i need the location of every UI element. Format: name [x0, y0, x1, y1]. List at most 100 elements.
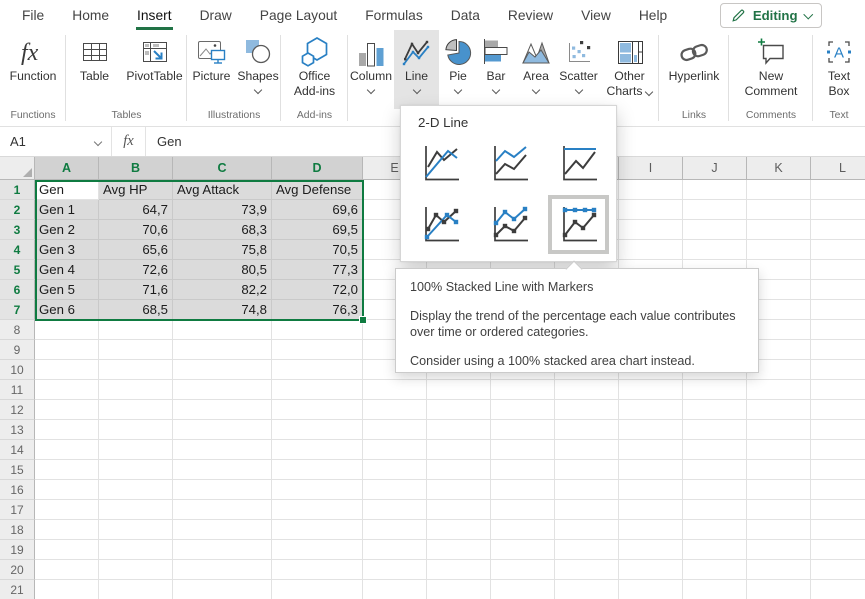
cell-K4[interactable]: [747, 240, 811, 260]
cell-C4[interactable]: 75,8: [173, 240, 272, 260]
cell-B16[interactable]: [99, 480, 173, 500]
cell-C3[interactable]: 68,3: [173, 220, 272, 240]
cell-L6[interactable]: [811, 280, 865, 300]
cell-D15[interactable]: [272, 460, 363, 480]
cell-I18[interactable]: [619, 520, 683, 540]
menu-tab-view[interactable]: View: [567, 0, 625, 30]
cell-J18[interactable]: [683, 520, 747, 540]
cell-I16[interactable]: [619, 480, 683, 500]
cell-B20[interactable]: [99, 560, 173, 580]
cell-K12[interactable]: [747, 400, 811, 420]
cell-B2[interactable]: 64,7: [99, 200, 173, 220]
menu-tab-insert[interactable]: Insert: [123, 0, 186, 30]
row-header-16[interactable]: 16: [0, 480, 35, 500]
cell-D8[interactable]: [272, 320, 363, 340]
cell-E14[interactable]: [363, 440, 427, 460]
fx-icon[interactable]: fx: [112, 127, 146, 156]
cell-J19[interactable]: [683, 540, 747, 560]
cell-C14[interactable]: [173, 440, 272, 460]
text-box-button[interactable]: ATextBox: [814, 30, 864, 109]
chart-option-100-stacked-line[interactable]: [548, 134, 609, 193]
area-chart-button[interactable]: Area: [515, 30, 557, 109]
cell-A3[interactable]: Gen 2: [35, 220, 99, 240]
cell-D5[interactable]: 77,3: [272, 260, 363, 280]
row-header-19[interactable]: 19: [0, 540, 35, 560]
cell-A10[interactable]: [35, 360, 99, 380]
cell-K1[interactable]: [747, 180, 811, 200]
other-charts-button[interactable]: OtherCharts: [600, 30, 659, 109]
cell-D4[interactable]: 70,5: [272, 240, 363, 260]
cell-L7[interactable]: [811, 300, 865, 320]
cell-B12[interactable]: [99, 400, 173, 420]
cell-C18[interactable]: [173, 520, 272, 540]
cell-J13[interactable]: [683, 420, 747, 440]
cell-L21[interactable]: [811, 580, 865, 599]
cell-D1[interactable]: Avg Defense: [272, 180, 363, 200]
bar-chart-button[interactable]: Bar: [477, 30, 515, 109]
cell-D21[interactable]: [272, 580, 363, 599]
cell-B14[interactable]: [99, 440, 173, 460]
cell-H17[interactable]: [555, 500, 619, 520]
row-header-5[interactable]: 5: [0, 260, 35, 280]
cell-C5[interactable]: 80,5: [173, 260, 272, 280]
cell-E17[interactable]: [363, 500, 427, 520]
cell-L4[interactable]: [811, 240, 865, 260]
column-header-i[interactable]: I: [619, 157, 683, 180]
cell-F12[interactable]: [427, 400, 491, 420]
cell-B9[interactable]: [99, 340, 173, 360]
cell-E18[interactable]: [363, 520, 427, 540]
cell-B21[interactable]: [99, 580, 173, 599]
column-header-l[interactable]: L: [811, 157, 865, 180]
cell-F18[interactable]: [427, 520, 491, 540]
cell-A15[interactable]: [35, 460, 99, 480]
cell-I14[interactable]: [619, 440, 683, 460]
cell-J1[interactable]: [683, 180, 747, 200]
cell-D19[interactable]: [272, 540, 363, 560]
cell-B7[interactable]: 68,5: [99, 300, 173, 320]
cell-C20[interactable]: [173, 560, 272, 580]
table-button[interactable]: Table: [67, 30, 123, 109]
cell-B6[interactable]: 71,6: [99, 280, 173, 300]
cell-L5[interactable]: [811, 260, 865, 280]
cell-K18[interactable]: [747, 520, 811, 540]
cell-L15[interactable]: [811, 460, 865, 480]
cell-C16[interactable]: [173, 480, 272, 500]
cell-A14[interactable]: [35, 440, 99, 460]
cell-I2[interactable]: [619, 200, 683, 220]
row-header-6[interactable]: 6: [0, 280, 35, 300]
cell-D18[interactable]: [272, 520, 363, 540]
cell-C11[interactable]: [173, 380, 272, 400]
cell-B17[interactable]: [99, 500, 173, 520]
cell-G15[interactable]: [491, 460, 555, 480]
menu-tab-data[interactable]: Data: [437, 0, 494, 30]
cell-D13[interactable]: [272, 420, 363, 440]
cell-A20[interactable]: [35, 560, 99, 580]
cell-L10[interactable]: [811, 360, 865, 380]
cell-J2[interactable]: [683, 200, 747, 220]
cell-J17[interactable]: [683, 500, 747, 520]
cell-G19[interactable]: [491, 540, 555, 560]
cell-F14[interactable]: [427, 440, 491, 460]
cell-L3[interactable]: [811, 220, 865, 240]
cell-I15[interactable]: [619, 460, 683, 480]
cell-H18[interactable]: [555, 520, 619, 540]
cell-A21[interactable]: [35, 580, 99, 599]
cell-D10[interactable]: [272, 360, 363, 380]
cell-A18[interactable]: [35, 520, 99, 540]
cell-H16[interactable]: [555, 480, 619, 500]
cell-I20[interactable]: [619, 560, 683, 580]
cell-A2[interactable]: Gen 1: [35, 200, 99, 220]
cell-A11[interactable]: [35, 380, 99, 400]
cell-A7[interactable]: Gen 6: [35, 300, 99, 320]
column-header-j[interactable]: J: [683, 157, 747, 180]
name-box[interactable]: A1: [0, 127, 112, 156]
cell-D7[interactable]: 76,3: [272, 300, 363, 320]
chart-option-100-stacked-line-with-markers[interactable]: [548, 195, 609, 254]
function-fx-button[interactable]: fxFunction: [2, 30, 64, 109]
cell-I17[interactable]: [619, 500, 683, 520]
cell-K2[interactable]: [747, 200, 811, 220]
cell-F17[interactable]: [427, 500, 491, 520]
cell-C10[interactable]: [173, 360, 272, 380]
cell-F20[interactable]: [427, 560, 491, 580]
new-comment-button[interactable]: NewComment: [731, 30, 811, 109]
